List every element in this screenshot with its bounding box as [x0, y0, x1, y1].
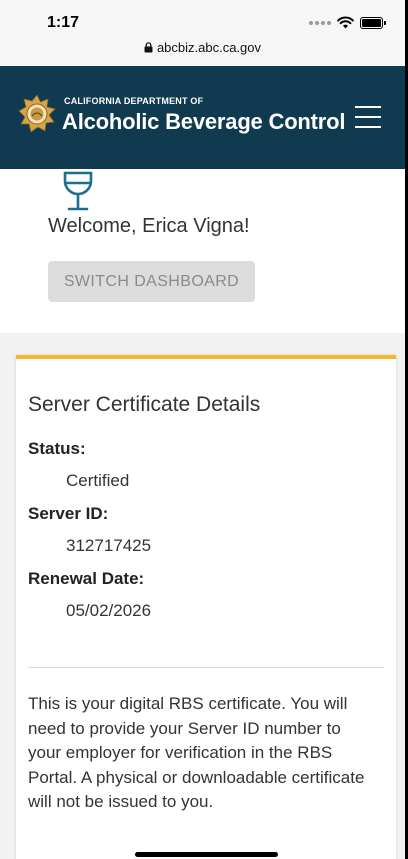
- status-icons: [309, 16, 386, 29]
- server-id-value: 312717425: [66, 536, 152, 555]
- server-certificate-card: Server Certificate Details Status: Certi…: [16, 355, 396, 859]
- card-title: Server Certificate Details: [28, 393, 261, 416]
- renewal-date-label: Renewal Date:: [28, 569, 145, 588]
- server-id-label: Server ID:: [28, 504, 109, 523]
- welcome-section: Welcome, Erica Vigna! SWITCH DASHBOARD: [0, 169, 405, 333]
- switch-dashboard-button[interactable]: SWITCH DASHBOARD: [48, 261, 255, 302]
- department-label: CALIFORNIA DEPARTMENT OF: [64, 96, 204, 106]
- hamburger-menu-icon[interactable]: [355, 106, 381, 128]
- wifi-icon: [337, 16, 354, 29]
- phone-screen: 1:17 abcbiz.abc.ca.gov CALIFORNIA DEPART…: [0, 0, 405, 859]
- status-value: Certified: [66, 471, 130, 490]
- status-bar: 1:17 abcbiz.abc.ca.gov: [0, 0, 405, 66]
- home-indicator: [135, 852, 278, 857]
- renewal-date-value: 05/02/2026: [66, 601, 152, 620]
- divider: [28, 667, 384, 668]
- certificate-note: This is your digital RBS certificate. Yo…: [28, 694, 365, 811]
- abc-seal-icon: [18, 95, 56, 133]
- wine-glass-icon: [63, 171, 93, 211]
- battery-icon: [360, 16, 386, 29]
- status-time: 1:17: [47, 14, 80, 31]
- url-text: abcbiz.abc.ca.gov: [156, 40, 262, 55]
- lock-icon: [144, 42, 153, 53]
- site-header: CALIFORNIA DEPARTMENT OF Alcoholic Bever…: [0, 66, 405, 169]
- signal-icon: [309, 20, 331, 25]
- welcome-greeting: Welcome, Erica Vigna!: [48, 215, 250, 237]
- brand-title[interactable]: Alcoholic Beverage Control: [62, 109, 346, 135]
- address-bar[interactable]: abcbiz.abc.ca.gov: [0, 40, 405, 55]
- status-label: Status:: [28, 439, 86, 458]
